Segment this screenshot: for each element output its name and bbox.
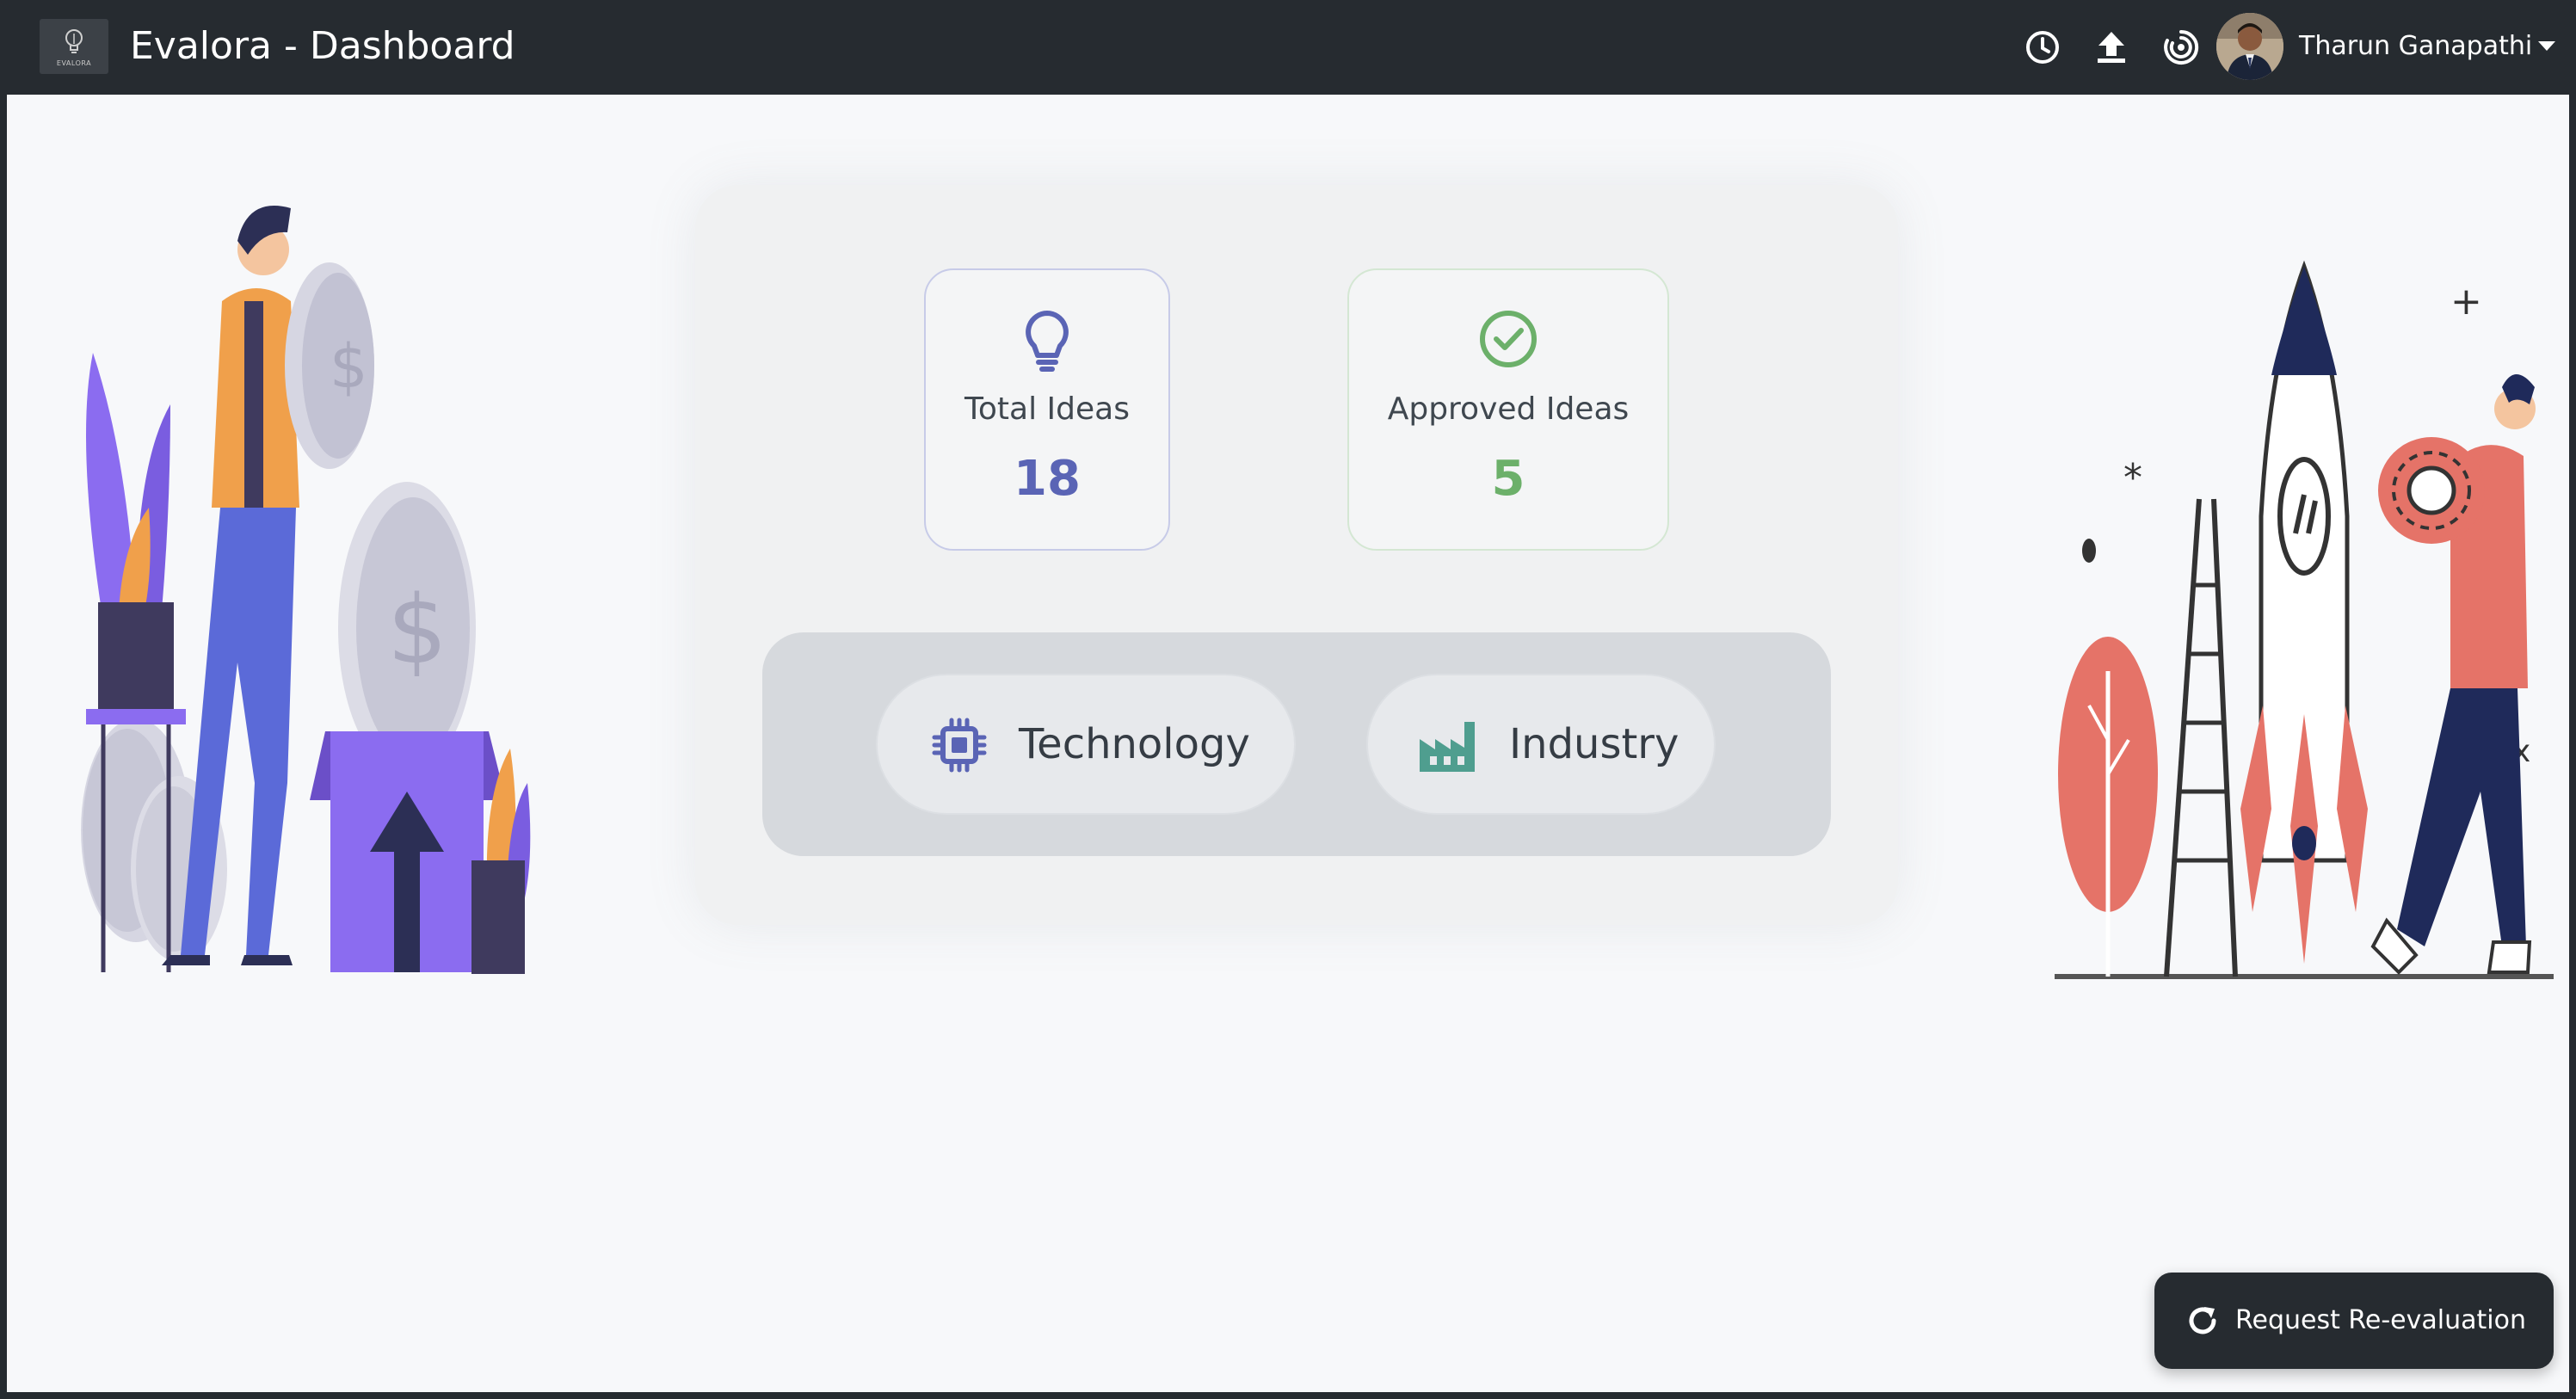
finance-growth-illustration: $ $	[81, 206, 531, 974]
svg-text:+: +	[2450, 280, 2482, 324]
clock-icon	[2026, 31, 2059, 64]
app-window: EVALORA Evalora - Dashboard Tharun Ganap…	[0, 0, 2576, 1399]
user-menu-caret-icon[interactable]	[2538, 41, 2555, 51]
app-logo[interactable]: EVALORA	[40, 19, 108, 74]
category-label-industry: Industry	[1509, 720, 1679, 768]
check-circle-icon	[1480, 311, 1537, 367]
category-label-technology: Technology	[1019, 720, 1250, 768]
upload-icon	[2098, 32, 2125, 63]
lightbulb-icon	[1026, 311, 1069, 372]
rocket-launch-illustration: + * x	[2055, 260, 2554, 979]
request-reevaluation-label: Request Re-evaluation	[2235, 1305, 2526, 1335]
upload-button[interactable]	[2091, 27, 2132, 68]
history-button[interactable]	[2022, 27, 2063, 68]
avatar[interactable]	[2216, 13, 2283, 80]
total-ideas-label: Total Ideas	[964, 391, 1130, 427]
total-ideas-count: 18	[1014, 451, 1081, 507]
activity-button[interactable]	[2160, 27, 2202, 68]
page-title: Evalora - Dashboard	[130, 24, 515, 68]
user-name[interactable]: Tharun Ganapathi	[2299, 26, 2532, 67]
lightbulb-logo-icon	[65, 28, 83, 53]
user-avatar-icon	[2216, 13, 2283, 80]
approved-ideas-card[interactable]: Approved Ideas 5	[1347, 268, 1669, 551]
refresh-icon	[2189, 1307, 2216, 1334]
svg-text:*: *	[2123, 456, 2142, 500]
approved-ideas-label: Approved Ideas	[1387, 391, 1630, 427]
category-chip-industry[interactable]: Industry	[1366, 674, 1716, 815]
total-ideas-card[interactable]: Total Ideas 18	[924, 268, 1170, 551]
factory-icon	[1420, 722, 1475, 772]
chip-icon	[932, 718, 987, 773]
svg-text:$: $	[330, 331, 368, 402]
category-chip-technology[interactable]: Technology	[876, 674, 1296, 815]
logo-text: EVALORA	[56, 59, 92, 67]
request-reevaluation-button[interactable]: Request Re-evaluation	[2154, 1273, 2554, 1369]
svg-text:$: $	[387, 575, 447, 685]
spiral-icon	[2164, 29, 2199, 65]
dashboard-summary-card: Total Ideas 18 Approved Ideas 5 Technolo…	[695, 185, 1898, 925]
top-navbar: EVALORA Evalora - Dashboard Tharun Ganap…	[7, 0, 2576, 95]
approved-ideas-count: 5	[1491, 451, 1525, 507]
category-panel: Technology Industry	[762, 632, 1831, 856]
